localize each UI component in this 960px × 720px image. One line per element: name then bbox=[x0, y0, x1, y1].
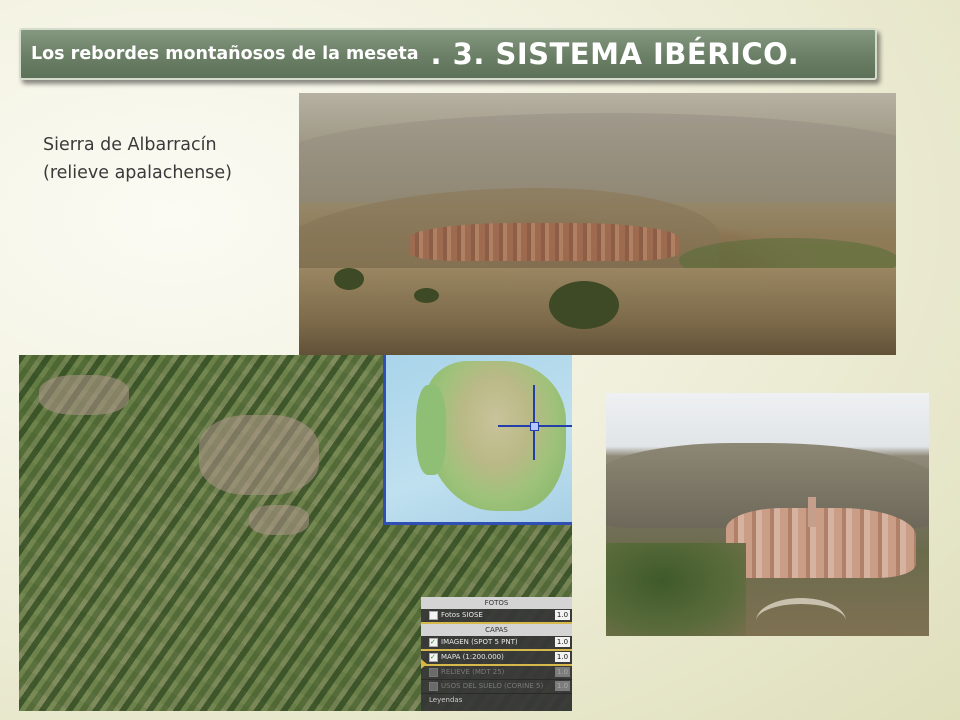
tree bbox=[414, 288, 439, 303]
tree bbox=[334, 268, 364, 290]
legend-label[interactable]: Leyendas bbox=[421, 694, 572, 704]
caption-line-1: Sierra de Albarracín bbox=[43, 135, 217, 155]
layer-label: IMAGEN (SPOT 5 PNT) bbox=[441, 638, 518, 646]
mountain-ridge bbox=[299, 113, 896, 203]
section-header-capas: CAPAS bbox=[421, 624, 572, 636]
iberia-locator-map bbox=[383, 355, 572, 525]
bare-terrain-patch bbox=[199, 415, 319, 495]
spain-landmass bbox=[426, 361, 566, 511]
bare-terrain-patch bbox=[249, 505, 309, 535]
layer-row-relieve[interactable]: RELIEVE (MDT 25) 1.0 bbox=[421, 666, 572, 680]
photo-caption: Sierra de Albarracín (relieve apalachens… bbox=[43, 131, 232, 187]
layer-opacity-input[interactable]: 1.0 bbox=[555, 681, 570, 691]
trees bbox=[606, 543, 746, 636]
checkbox-disabled-icon[interactable] bbox=[429, 682, 438, 691]
layer-opacity-input[interactable]: 1.0 bbox=[555, 637, 570, 647]
albarracin-landscape-photo bbox=[299, 93, 896, 355]
church-tower bbox=[808, 497, 816, 527]
slide-title-prefix: Los rebordes montañosos de la meseta bbox=[31, 44, 419, 64]
village-houses bbox=[726, 508, 916, 578]
albarracin-village-photo bbox=[606, 393, 929, 636]
layer-label: MAPA (1:200.000) bbox=[441, 653, 504, 661]
mountain-path bbox=[756, 598, 846, 636]
portugal-landmass bbox=[416, 385, 446, 475]
layer-row-imagen[interactable]: IMAGEN (SPOT 5 PNT) 1.0 bbox=[421, 636, 572, 651]
checkbox-checked-icon[interactable] bbox=[429, 636, 438, 648]
section-header-fotos: FOTOS bbox=[421, 597, 572, 609]
caption-line-2: (relieve apalachense) bbox=[43, 163, 233, 183]
layer-row-mapa[interactable]: MAPA (1:200.000) 1.0 bbox=[421, 651, 572, 666]
checkbox-disabled-icon[interactable] bbox=[429, 668, 438, 677]
checkbox-unchecked-icon[interactable] bbox=[429, 611, 438, 620]
bare-terrain-patch bbox=[39, 375, 129, 415]
layer-opacity-input[interactable]: 1.0 bbox=[555, 652, 570, 662]
layer-label: USOS DEL SUELO (CORINE 5) bbox=[441, 682, 544, 690]
layer-opacity-input[interactable]: 1.0 bbox=[555, 610, 570, 620]
layer-opacity-input[interactable]: 1.0 bbox=[555, 667, 570, 677]
slide-title-bar: Los rebordes montañosos de la meseta . 3… bbox=[19, 28, 877, 80]
slide-title-main: . 3. SISTEMA IBÉRICO. bbox=[430, 37, 800, 71]
layer-row-usos-suelo[interactable]: USOS DEL SUELO (CORINE 5) 1.0 bbox=[421, 680, 572, 694]
layer-panel: FOTOS Fotos SIOSE 1.0 CAPAS IMAGEN (SPOT… bbox=[421, 597, 572, 711]
tree bbox=[549, 281, 619, 329]
layer-label: RELIEVE (MDT 25) bbox=[441, 668, 505, 676]
town-cluster bbox=[409, 223, 679, 261]
location-marker-icon bbox=[530, 422, 539, 431]
layer-label: Fotos SIOSE bbox=[441, 611, 483, 619]
layer-row-fotos-siose[interactable]: Fotos SIOSE 1.0 bbox=[421, 609, 572, 624]
checkbox-checked-icon[interactable] bbox=[429, 651, 438, 663]
